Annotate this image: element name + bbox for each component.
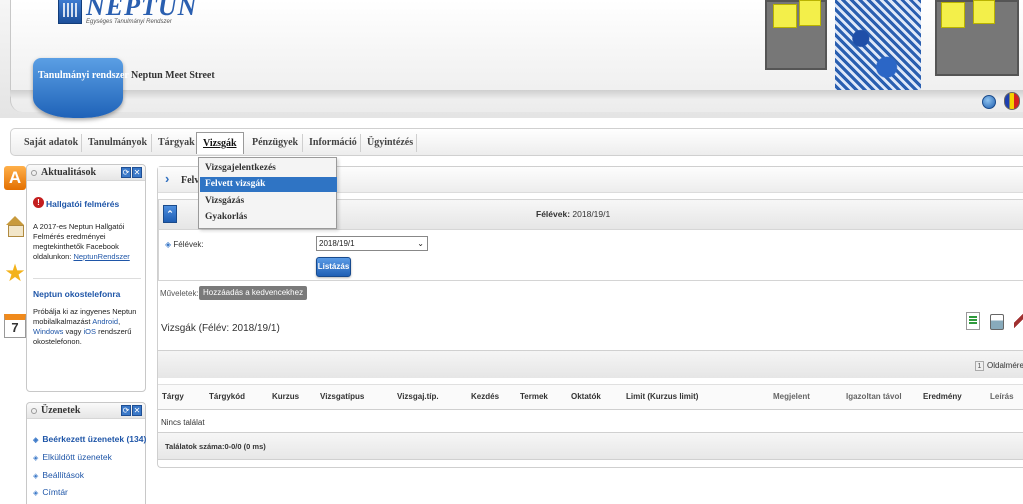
news-or: vagy (65, 327, 82, 336)
home-icon[interactable] (4, 214, 26, 238)
sent-messages-label[interactable]: Elküldött üzenetek (42, 452, 111, 462)
column-header[interactable]: Tárgykód (209, 392, 245, 401)
column-header[interactable]: Oktatók (571, 392, 601, 401)
column-header[interactable]: Termek (520, 392, 548, 401)
semester-summary-value: 2018/19/1 (572, 209, 611, 219)
arrow-icon: ◈ (33, 473, 39, 480)
settings-label[interactable]: Beállítások (42, 470, 84, 480)
nav-item-tanulmanyok[interactable]: Tanulmányok (82, 132, 153, 154)
nav-item-penzugyek[interactable]: Pénzügyek (246, 132, 304, 154)
no-results-text: Nincs találat (161, 418, 205, 427)
news-item-text: A 2017-es Neptun Hallgatói Felmérés ered… (33, 222, 141, 262)
directory-link[interactable]: ◈ Címtár (33, 487, 68, 497)
table-title: Vizsgák (Félév: 2018/19/1) (161, 323, 280, 334)
news-box-title: Aktualitások (41, 167, 97, 178)
column-header[interactable]: Kurzus (272, 392, 299, 401)
menu-item-registered-exams[interactable]: Felvett vizsgák (200, 177, 337, 192)
calendar-icon[interactable]: 7 (4, 314, 26, 338)
ios-link[interactable]: iOS (83, 327, 96, 336)
semester-summary: Félévek: 2018/19/1 (536, 209, 610, 219)
column-header[interactable]: Eredmény (923, 392, 962, 401)
tool-icon[interactable] (1014, 312, 1023, 330)
excel-export-icon[interactable] (966, 312, 980, 330)
page-number[interactable]: 1 (975, 361, 984, 371)
directory-label[interactable]: Címtár (42, 487, 68, 497)
nav-separator (416, 134, 417, 152)
column-header[interactable]: Kezdés (471, 392, 499, 401)
arrow-icon: ◈ (33, 490, 39, 497)
page-size-label[interactable]: Oldalméret (987, 361, 1023, 370)
news-item-title[interactable]: Neptun okostelefonra (33, 289, 120, 299)
arrow-icon: ◈ (33, 437, 39, 444)
a-icon[interactable]: A (4, 166, 26, 190)
actions-label: Műveletek: (160, 289, 199, 298)
windows-link[interactable]: Windows (33, 327, 63, 336)
neptunrendszer-link[interactable]: NeptunRendszer (73, 252, 129, 261)
page-title: Felv (181, 175, 200, 186)
arrow-icon: ◈ (33, 455, 39, 462)
android-link[interactable]: Android (92, 317, 118, 326)
chevron-down-icon: ⌄ (417, 239, 424, 248)
column-header[interactable]: Megjelent (773, 392, 810, 401)
column-header[interactable]: Igazoltan távol (846, 392, 902, 401)
messages-box-title: Üzenetek (41, 405, 81, 416)
globe-icon[interactable] (982, 95, 996, 109)
news-item-body: Próbálja ki az ingyenes Neptun mobilalka… (33, 307, 137, 326)
close-icon[interactable]: ✕ (132, 405, 142, 416)
messages-box-header: Üzenetek ⟳ ✕ (27, 403, 145, 419)
news-box-header: Aktualitások ⟳ ✕ (27, 165, 145, 181)
semester-summary-label: Félévek: (536, 209, 571, 219)
column-header[interactable]: Limit (Kurzus limit) (626, 392, 698, 401)
news-item-title[interactable]: Hallgatói felmérés (46, 199, 119, 209)
list-button[interactable]: Listázás (316, 257, 351, 277)
column-header[interactable]: Leírás (990, 392, 1014, 401)
divider (33, 278, 141, 279)
bullet-icon (31, 170, 37, 176)
refresh-icon[interactable]: ⟳ (121, 167, 131, 178)
inbox-link[interactable]: ◈ Beérkezett üzenetek (134) (33, 434, 146, 444)
exams-dropdown-menu: Vizsgajelentkezés Felvett vizsgák Vizsgá… (198, 157, 337, 229)
refresh-icon[interactable]: ⟳ (121, 405, 131, 416)
nav-item-vizsgak[interactable]: Vizsgák (196, 132, 244, 154)
menu-item-examination[interactable]: Vizsgázás (200, 194, 337, 209)
sent-messages-link[interactable]: ◈ Elküldött üzenetek (33, 452, 112, 462)
site-label[interactable]: Neptun Meet Street (131, 70, 215, 81)
news-comma: , (118, 317, 121, 326)
header-decoration (755, 0, 1023, 96)
chevron-right-icon: › (165, 171, 170, 186)
results-count: Találatok száma:0-0/0 (0 ms) (165, 442, 266, 451)
semester-select[interactable]: 2018/19/1 ⌄ (316, 236, 428, 251)
logo-subtitle: Egységes Tanulmányi Rendszer (86, 19, 172, 25)
bullet-icon (31, 408, 37, 414)
grid-footer (158, 432, 1023, 460)
column-header[interactable]: Tárgy (162, 392, 184, 401)
module-label[interactable]: Tanulmányi rendszer (38, 70, 129, 81)
menu-item-practice[interactable]: Gyakorlás (200, 210, 337, 225)
close-icon[interactable]: ✕ (132, 167, 142, 178)
collapse-icon[interactable]: ⌃ (163, 205, 177, 223)
alert-icon: ! (33, 197, 44, 208)
neptun-logo-icon (58, 0, 82, 24)
nav-item-ugyintezes[interactable]: Ügyintézés (361, 132, 419, 154)
print-icon[interactable] (990, 314, 1004, 330)
column-header[interactable]: Vizsgaj.típ. (397, 392, 439, 401)
header-strip (10, 90, 1023, 100)
language-flag-icon[interactable] (1004, 92, 1020, 110)
nav-item-sajat-adatok[interactable]: Saját adatok (18, 132, 84, 154)
add-to-favorites-button[interactable]: Hozzáadás a kedvencekhez (199, 286, 308, 300)
news-item-text: Próbálja ki az ingyenes Neptun mobilalka… (33, 307, 141, 347)
menu-item-exam-registration[interactable]: Vizsgajelentkezés (200, 161, 337, 176)
star-icon[interactable]: ★ (4, 262, 26, 286)
semester-filter-text: Félévek: (173, 240, 204, 249)
nav-item-targyak[interactable]: Tárgyak (152, 132, 201, 154)
semester-filter-label: ◈ Félévek: (165, 240, 204, 249)
grid-toolbar (158, 350, 1023, 378)
arrow-icon: ◈ (165, 240, 172, 249)
inbox-label[interactable]: Beérkezett üzenetek (134) (42, 434, 146, 444)
column-header[interactable]: Vizsgatípus (320, 392, 364, 401)
semester-select-value: 2018/19/1 (319, 239, 355, 248)
settings-link[interactable]: ◈ Beállítások (33, 470, 84, 480)
nav-item-informacio[interactable]: Információ (303, 132, 363, 154)
module-tab[interactable] (33, 58, 123, 118)
